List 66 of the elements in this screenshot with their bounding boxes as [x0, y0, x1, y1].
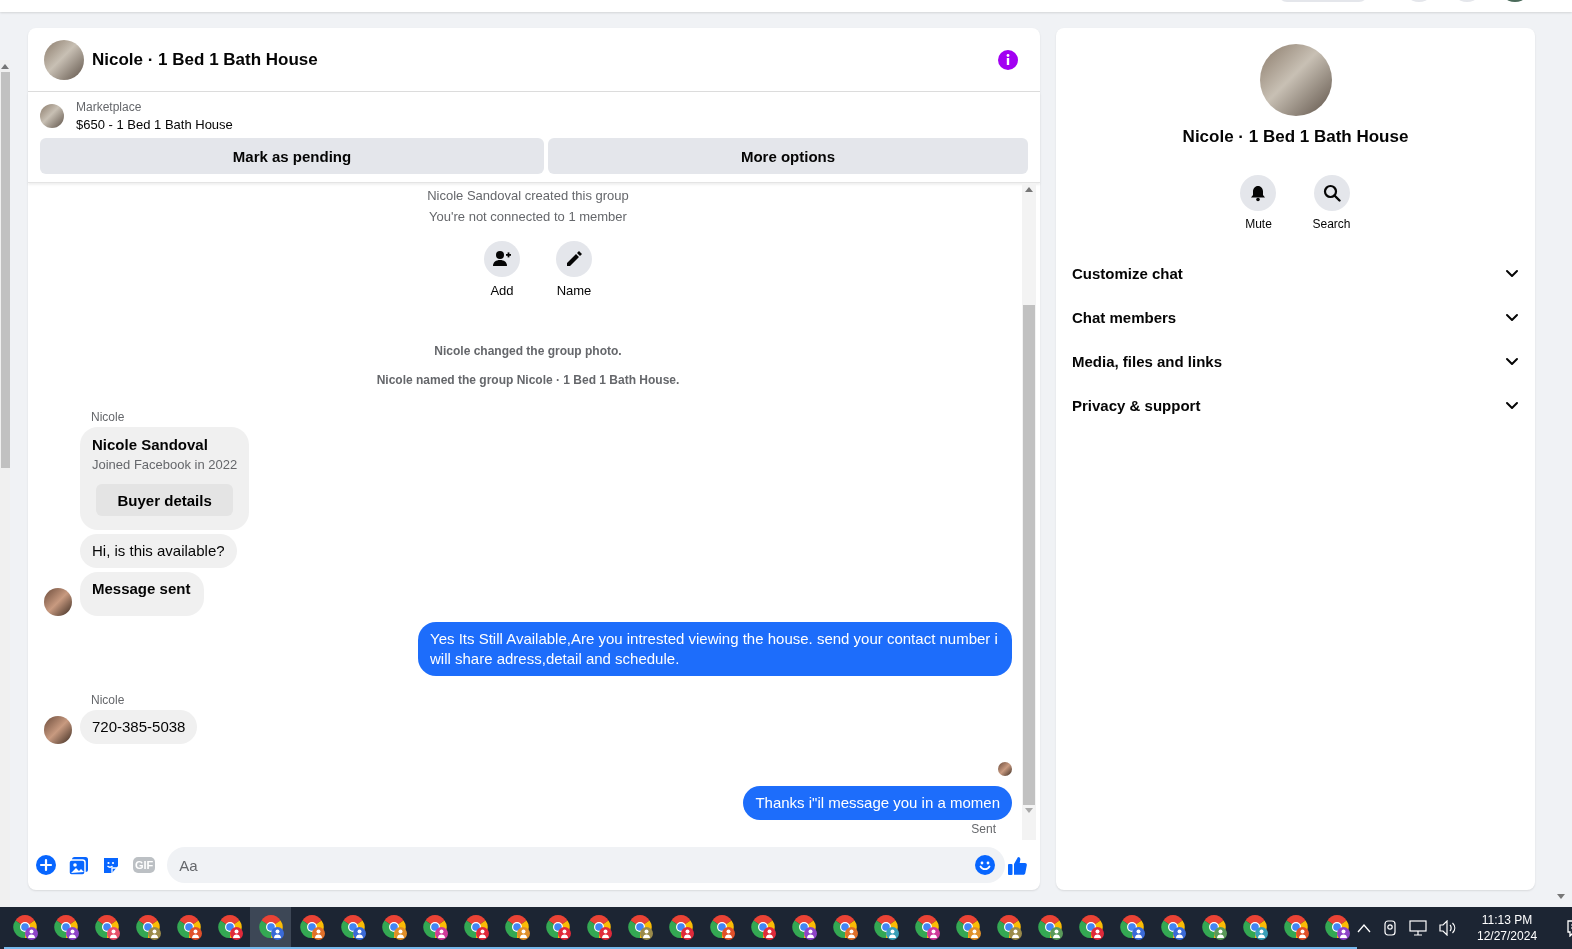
- action-label: Add: [490, 283, 514, 298]
- chevron-up-icon[interactable]: [1357, 923, 1371, 933]
- listing-source: Marketplace: [76, 100, 143, 114]
- chevron-down-icon: [1505, 311, 1519, 323]
- group-name: Nicole · 1 Bed 1 Bath House: [1182, 127, 1409, 147]
- buyer-joined: Joined Facebook in 2022: [92, 457, 238, 472]
- system-message: Nicole Sandoval created this group: [426, 187, 630, 205]
- delivery-status: Sent: [971, 822, 996, 836]
- sender-avatar: [44, 716, 72, 744]
- volume-icon[interactable]: [1439, 920, 1457, 936]
- group-action-button[interactable]: [556, 241, 592, 277]
- chat-scrollbar[interactable]: [1022, 183, 1036, 840]
- section-header[interactable]: Chat members: [1056, 295, 1535, 339]
- message-input[interactable]: Aa: [167, 847, 1005, 883]
- sender-avatar: [44, 588, 72, 616]
- sender-name: Nicole: [91, 410, 126, 424]
- read-receipt-avatar: [998, 762, 1012, 776]
- emoji-icon[interactable]: [975, 855, 995, 875]
- group-event: Nicole changed the group photo.: [433, 343, 623, 359]
- scrollbar-thumb[interactable]: [0, 72, 10, 468]
- section-header[interactable]: Privacy & support: [1056, 383, 1535, 427]
- chevron-down-icon: [1505, 399, 1519, 411]
- search-button[interactable]: [1313, 175, 1350, 211]
- message-bubble: Hi, is this available?: [80, 534, 237, 568]
- camera-icon[interactable]: [1383, 919, 1397, 937]
- message-bubble: Thanks i"il message you in a momen: [743, 786, 1012, 820]
- thumbs-up-icon[interactable]: [1007, 854, 1028, 876]
- scroll-up-arrow-icon[interactable]: [1025, 186, 1033, 192]
- buyer-details-button[interactable]: Buyer details: [96, 484, 234, 516]
- listing-title[interactable]: $650 - 1 Bed 1 Bath House: [76, 117, 233, 132]
- search-icon: [1322, 184, 1341, 202]
- group-action-button[interactable]: [484, 241, 520, 277]
- message-bubble: Message sent: [80, 572, 205, 616]
- chat-title[interactable]: Nicole · 1 Bed 1 Bath House: [92, 49, 998, 70]
- scroll-down-arrow-icon[interactable]: [1557, 894, 1565, 900]
- section-header[interactable]: Customize chat: [1056, 251, 1535, 295]
- taskbar-app-button[interactable]: [250, 907, 291, 949]
- message-bubble: 720-385-5038: [80, 710, 198, 744]
- message-bubble: Yes Its Still Available,Are you intrested viewing the house. send your contact number i will share adress,detail and schedule.: [418, 622, 1012, 676]
- action-label: Search: [1312, 217, 1351, 231]
- action-label: Name: [556, 283, 592, 298]
- mark-pending-button[interactable]: Mark as pending: [40, 138, 544, 174]
- listing-photo: [40, 104, 64, 128]
- scroll-up-arrow-icon[interactable]: [1, 63, 9, 69]
- pencil-icon: [564, 249, 584, 269]
- clock-time[interactable]: 11:13 PM: [1481, 912, 1533, 928]
- network-icon[interactable]: [1409, 920, 1427, 936]
- chevron-down-icon: [1505, 267, 1519, 279]
- add-icon[interactable]: [36, 855, 56, 875]
- mute-button[interactable]: [1240, 175, 1277, 211]
- bell-icon: [1249, 184, 1268, 202]
- add-person-icon: [492, 249, 512, 269]
- clock-date[interactable]: 12/27/2024: [1477, 928, 1538, 944]
- scrollbar-thumb[interactable]: [1023, 305, 1035, 805]
- sender-name: Nicole: [91, 693, 126, 707]
- action-label: Mute: [1245, 217, 1272, 231]
- sticker-icon[interactable]: [101, 855, 121, 875]
- system-message: You're not connected to 1 member: [428, 208, 628, 226]
- buyer-name: Nicole Sandoval: [92, 436, 209, 453]
- section-header[interactable]: Media, files and links: [1056, 339, 1535, 383]
- group-event: Nicole named the group Nicole · 1 Bed 1 Bath House.: [375, 372, 681, 388]
- chevron-down-icon: [1505, 355, 1519, 367]
- more-options-button[interactable]: More options: [548, 138, 1028, 174]
- image-icon[interactable]: [68, 854, 89, 876]
- group-photo: [44, 39, 84, 80]
- info-icon[interactable]: [998, 49, 1018, 70]
